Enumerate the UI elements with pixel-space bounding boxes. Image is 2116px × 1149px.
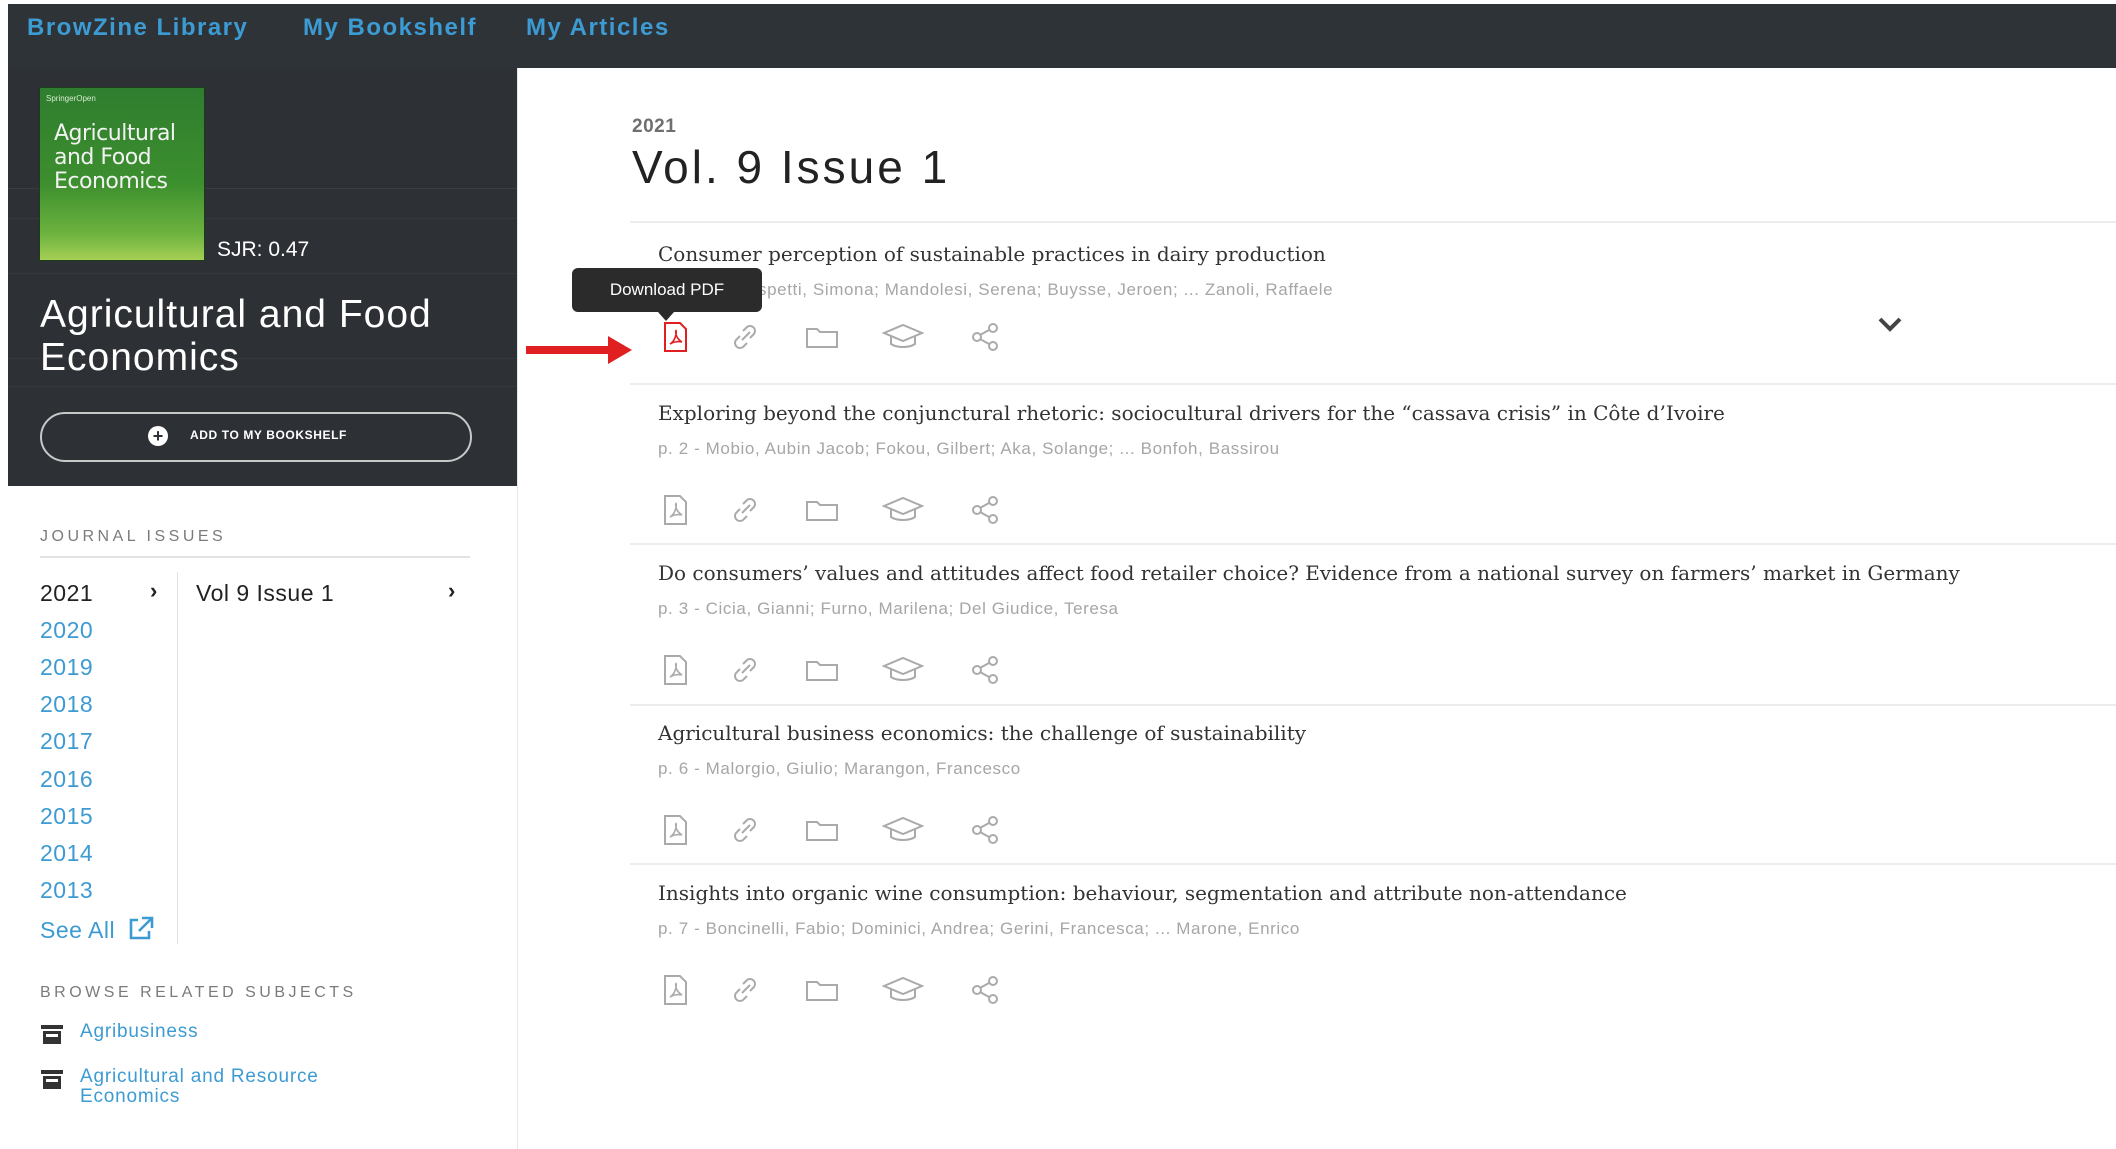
top-nav: BrowZine Library My Bookshelf My Article…	[8, 4, 2116, 68]
pdf-icon[interactable]	[658, 653, 692, 687]
year-2019[interactable]: 2019	[40, 654, 93, 681]
cite-icon[interactable]	[881, 813, 925, 847]
year-2013[interactable]: 2013	[40, 877, 93, 904]
folder-icon[interactable]	[804, 493, 840, 527]
cite-icon[interactable]	[881, 973, 925, 1007]
journal-issues-heading: JOURNAL ISSUES	[40, 528, 227, 545]
chevron-right-icon: ›	[448, 578, 456, 603]
share-icon[interactable]	[968, 813, 1002, 847]
pdf-icon[interactable]	[658, 320, 692, 354]
issues-rule	[40, 556, 470, 558]
article-meta: p. 7 - Boncinelli, Fabio; Dominici, Andr…	[658, 919, 1300, 938]
row-divider	[630, 543, 2116, 545]
see-all-label: See All	[40, 917, 116, 943]
year-2015[interactable]: 2015	[40, 803, 93, 830]
folder-icon[interactable]	[804, 320, 840, 354]
link-icon[interactable]	[728, 973, 762, 1007]
link-icon[interactable]	[728, 493, 762, 527]
article-meta: p. 3 - Cicia, Gianni; Furno, Marilena; D…	[658, 599, 1119, 618]
subject-label: Agricultural and Resource Economics	[80, 1066, 319, 1107]
subject-agribusiness[interactable]: Agribusiness	[40, 1022, 340, 1048]
external-link-icon	[129, 916, 153, 940]
nav-my-articles[interactable]: My Articles	[526, 14, 670, 42]
year-2021[interactable]: 2021	[40, 580, 93, 607]
pdf-icon[interactable]	[658, 973, 692, 1007]
pdf-icon[interactable]	[658, 493, 692, 527]
journal-cover-image: SpringerOpen Agricultural and Food Econo…	[40, 88, 204, 260]
folder-icon[interactable]	[804, 653, 840, 687]
share-icon[interactable]	[968, 973, 1002, 1007]
pdf-icon[interactable]	[658, 813, 692, 847]
nav-browzine-library[interactable]: BrowZine Library	[27, 14, 248, 42]
cover-publisher: SpringerOpen	[46, 94, 96, 103]
red-arrow-icon	[526, 336, 632, 364]
article-actions	[658, 973, 1018, 1013]
nav-my-bookshelf[interactable]: My Bookshelf	[303, 14, 477, 42]
related-subjects-heading: BROWSE RELATED SUBJECTS	[40, 984, 357, 1001]
add-to-bookshelf-button[interactable]: + ADD TO MY BOOKSHELF	[40, 412, 472, 462]
cover-title: Agricultural and Food Economics	[54, 121, 176, 194]
year-2017[interactable]: 2017	[40, 728, 93, 755]
article-actions	[658, 493, 1018, 533]
journal-title: Agricultural and Food Economics	[40, 293, 432, 379]
sidebar-divider	[517, 68, 518, 1149]
issue-title: Vol. 9 Issue 1	[632, 141, 951, 193]
article-actions	[658, 653, 1018, 693]
sjr-score: SJR: 0.47	[217, 238, 310, 261]
row-divider	[630, 704, 2116, 706]
subject-agricultural-resource-economics[interactable]: Agricultural and Resource Economics	[40, 1067, 370, 1111]
see-all-link[interactable]: See All	[40, 914, 153, 944]
share-icon[interactable]	[968, 653, 1002, 687]
add-to-bookshelf-label: ADD TO MY BOOKSHELF	[190, 428, 347, 442]
link-icon[interactable]	[728, 320, 762, 354]
year-2016[interactable]: 2016	[40, 766, 93, 793]
chevron-down-icon[interactable]	[1872, 312, 1908, 336]
article-meta: p. 6 - Malorgio, Giulio; Marangon, Franc…	[658, 759, 1021, 778]
folder-icon[interactable]	[804, 973, 840, 1007]
row-divider	[630, 383, 2116, 385]
issue-vol-9-issue-1[interactable]: Vol 9 Issue 1	[196, 580, 334, 607]
subject-label: Agribusiness	[80, 1021, 199, 1042]
article-title[interactable]: Insights into organic wine consumption: …	[658, 881, 1627, 905]
link-icon[interactable]	[728, 813, 762, 847]
article-meta: spetti, Simona; Mandolesi, Serena; Buyss…	[758, 280, 1334, 299]
article-actions	[658, 813, 1018, 853]
cite-icon[interactable]	[881, 320, 925, 354]
article-actions	[658, 320, 1018, 360]
cite-icon[interactable]	[881, 653, 925, 687]
year-column-divider	[177, 572, 178, 944]
article-title[interactable]: Do consumers’ values and attitudes affec…	[658, 561, 1960, 585]
tooltip-tail	[658, 312, 674, 321]
plus-icon: +	[148, 426, 168, 446]
issue-year: 2021	[632, 116, 677, 137]
library-icon	[41, 1025, 63, 1044]
row-divider	[630, 863, 2116, 865]
article-title[interactable]: Exploring beyond the conjunctural rhetor…	[658, 401, 1725, 425]
article-title[interactable]: Consumer perception of sustainable pract…	[658, 242, 1326, 266]
article-meta: p. 2 - Mobio, Aubin Jacob; Fokou, Gilber…	[658, 439, 1280, 458]
year-2020[interactable]: 2020	[40, 617, 93, 644]
article-title[interactable]: Agricultural business economics: the cha…	[658, 721, 1306, 745]
library-icon	[41, 1070, 63, 1089]
year-2014[interactable]: 2014	[40, 840, 93, 867]
year-2018[interactable]: 2018	[40, 691, 93, 718]
chevron-right-icon: ›	[150, 578, 158, 603]
share-icon[interactable]	[968, 493, 1002, 527]
journal-header-panel: SpringerOpen Agricultural and Food Econo…	[8, 68, 517, 486]
share-icon[interactable]	[968, 320, 1002, 354]
folder-icon[interactable]	[804, 813, 840, 847]
cite-icon[interactable]	[881, 493, 925, 527]
link-icon[interactable]	[728, 653, 762, 687]
row-divider	[630, 221, 2116, 223]
download-pdf-tooltip: Download PDF	[572, 268, 762, 312]
